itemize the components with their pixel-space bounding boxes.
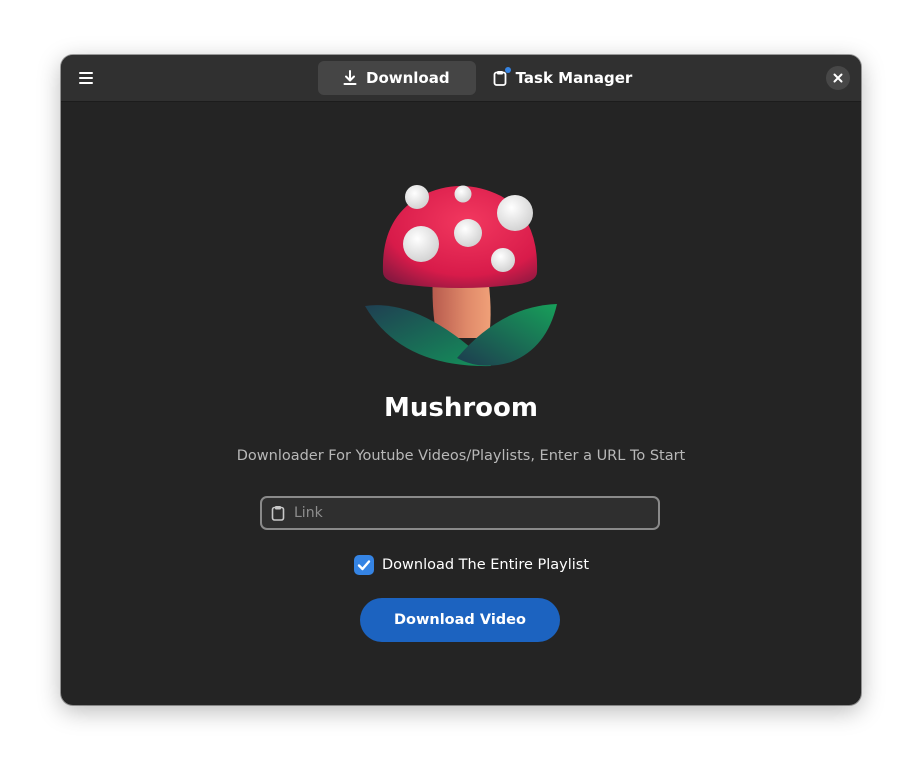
playlist-checkbox[interactable] [354,555,374,575]
tab-task-manager[interactable]: Task Manager [480,61,659,95]
download-video-button[interactable]: Download Video [360,598,560,642]
tab-task-manager-label: Task Manager [515,69,633,87]
app-subtitle: Downloader For Youtube Videos/Playlists,… [236,448,686,464]
view-switcher: Download Task Manager [318,61,658,95]
download-page: Mushroom Downloader For Youtube Videos/P… [61,102,861,705]
mushroom-logo [365,185,557,367]
checkmark-icon [357,560,371,571]
paste-clipboard-icon[interactable] [270,505,286,521]
hamburger-menu-icon [79,72,93,84]
link-entry[interactable] [260,496,660,530]
playlist-checkbox-row[interactable]: Download The Entire Playlist [354,554,589,576]
app-title: Mushroom [383,393,538,423]
clipboard-icon [492,67,511,86]
close-icon [833,73,843,83]
app-window: Download Task Manager Mushroom Downloade… [61,55,861,705]
tab-download-label: Download [366,69,450,87]
notification-badge [504,67,511,73]
close-button[interactable] [826,66,850,90]
header-bar: Download Task Manager [61,55,861,102]
playlist-checkbox-label: Download The Entire Playlist [382,557,590,573]
main-menu-button[interactable] [71,63,101,93]
link-input[interactable] [294,499,658,527]
tab-download[interactable]: Download [318,61,476,95]
download-icon [342,70,358,86]
